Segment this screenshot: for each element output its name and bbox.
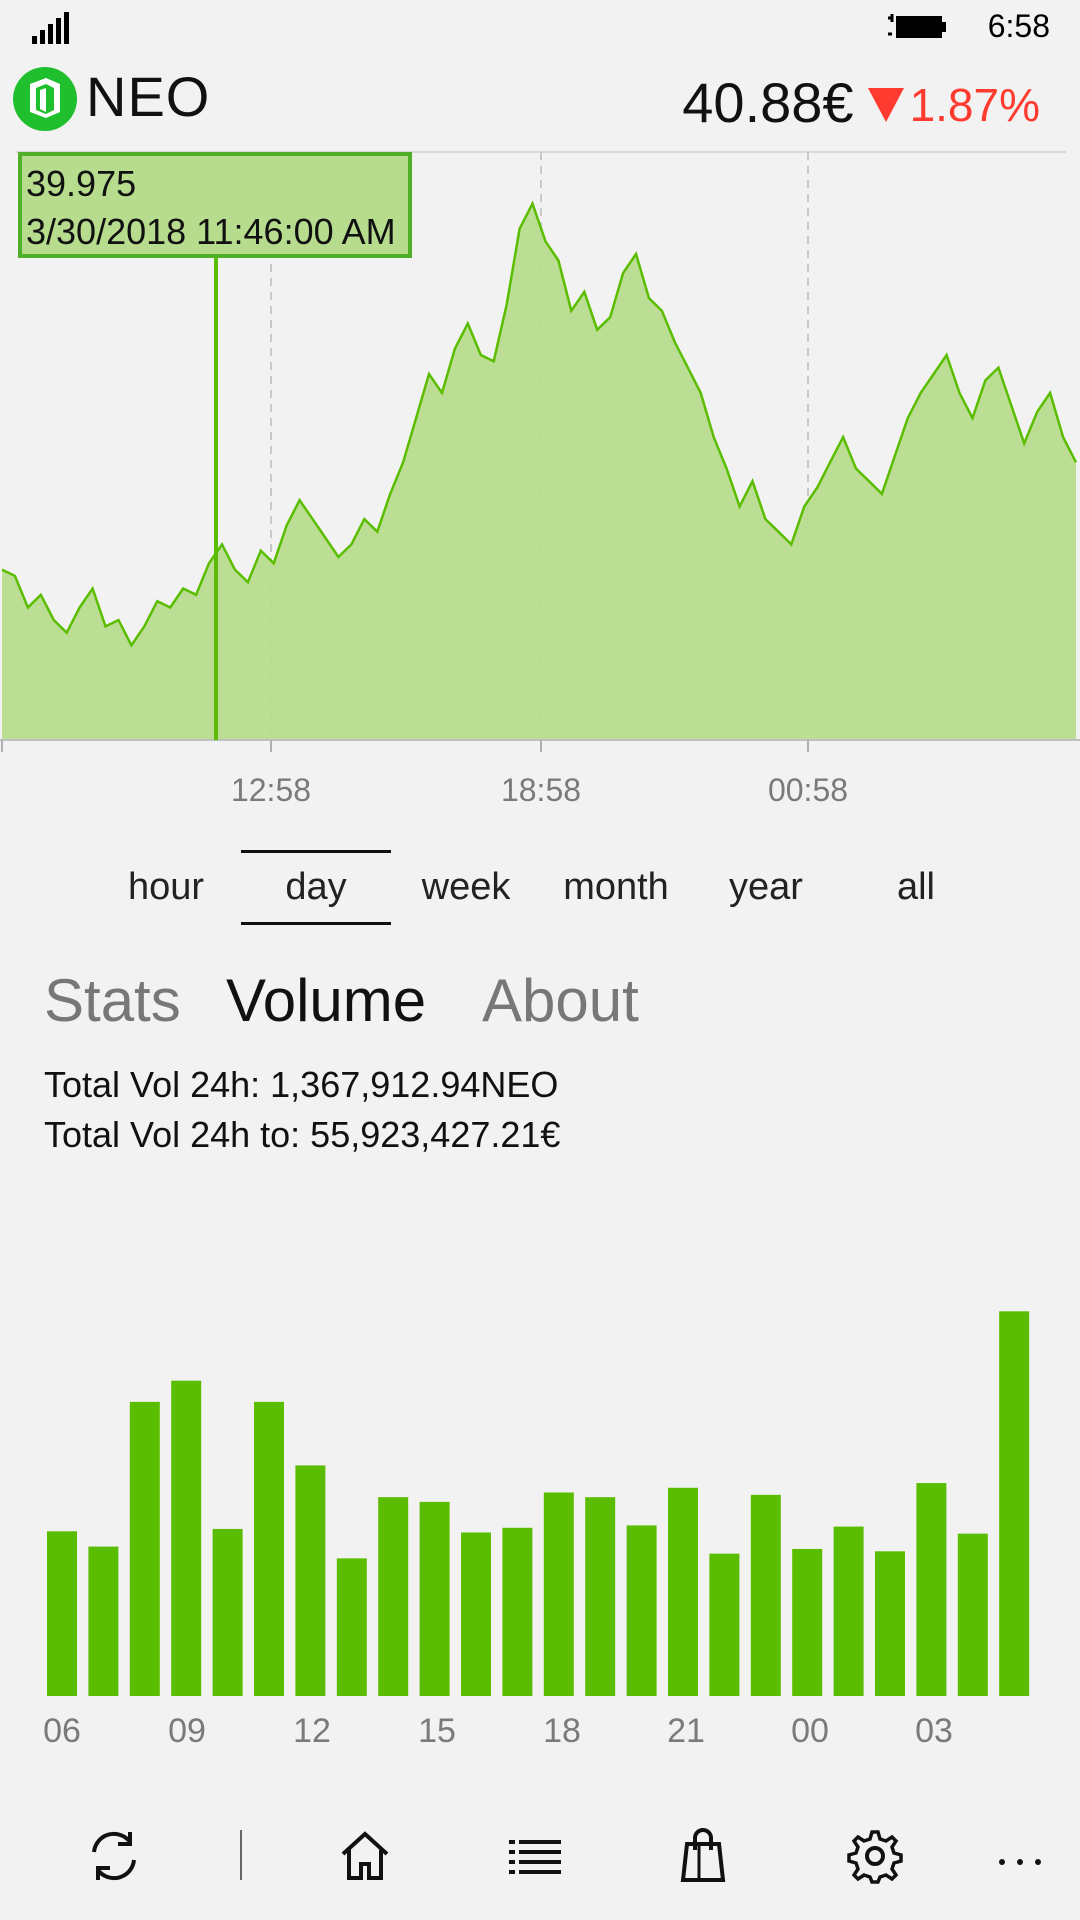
x-tick-label: 00:58 xyxy=(767,772,849,808)
volume-bar xyxy=(336,1558,367,1696)
price-change: 1.87% xyxy=(867,78,1040,132)
shopping-bag-icon[interactable] xyxy=(673,1826,733,1886)
volume-tick-label: 00 xyxy=(791,1712,829,1750)
volume-bar xyxy=(88,1546,119,1696)
price-summary: 40.88€ 1.87% xyxy=(682,70,1040,135)
total-volume-coin: Total Vol 24h: 1,367,912.94NEO xyxy=(44,1064,559,1105)
volume-tick-label: 18 xyxy=(543,1712,581,1750)
volume-bar xyxy=(792,1548,823,1696)
volume-bar xyxy=(254,1401,284,1696)
volume-tick-label: 12 xyxy=(293,1712,331,1750)
range-tab-all[interactable]: all xyxy=(897,866,935,909)
volume-tick-label: 15 xyxy=(418,1712,456,1750)
volume-bar xyxy=(668,1487,698,1696)
range-tab-month[interactable]: month xyxy=(563,866,669,909)
volume-bar xyxy=(916,1483,947,1696)
volume-bar xyxy=(957,1533,988,1696)
more-icon[interactable] xyxy=(990,1826,1050,1886)
volume-bar xyxy=(378,1497,409,1696)
tab-volume[interactable]: Volume xyxy=(226,966,426,1035)
volume-tick-label: 06 xyxy=(43,1712,81,1750)
settings-icon[interactable] xyxy=(845,1826,905,1886)
volume-bar xyxy=(47,1531,77,1696)
tooltip-timestamp: 3/30/2018 11:46:00 AM xyxy=(26,211,396,252)
list-icon[interactable] xyxy=(505,1826,565,1886)
volume-tick-label: 03 xyxy=(915,1712,953,1750)
clock: 6:58 xyxy=(987,8,1050,44)
volume-chart xyxy=(47,1311,1030,1696)
volume-bar xyxy=(295,1465,326,1696)
x-tick-label: 12:58 xyxy=(230,772,312,808)
volume-bar xyxy=(833,1526,864,1696)
refresh-icon[interactable] xyxy=(84,1826,144,1886)
tooltip-value: 39.975 xyxy=(26,163,137,204)
coin-name: NEO xyxy=(86,65,211,128)
volume-bar xyxy=(543,1492,574,1696)
price-change-value: 1.87% xyxy=(909,79,1040,131)
volume-tick-label: 21 xyxy=(667,1712,705,1750)
range-tab-year[interactable]: year xyxy=(729,866,803,909)
battery-charging-icon xyxy=(888,14,946,38)
current-price: 40.88€ xyxy=(682,71,854,134)
range-tab-day[interactable]: day xyxy=(285,866,346,909)
chart-tooltip: 39.975 3/30/2018 11:46:00 AM xyxy=(18,152,412,258)
volume-bar xyxy=(750,1494,781,1696)
tab-about[interactable]: About xyxy=(482,966,639,1035)
signal-bars-icon xyxy=(32,12,69,44)
neo-logo-icon xyxy=(13,67,77,131)
down-arrow-icon xyxy=(867,88,904,122)
volume-bar xyxy=(461,1532,491,1696)
x-tick-label: 18:58 xyxy=(500,772,582,808)
volume-bar xyxy=(502,1527,533,1696)
appbar-separator xyxy=(240,1830,242,1880)
volume-bar xyxy=(999,1311,1030,1696)
range-selected-indicator-top xyxy=(241,850,391,853)
range-selected-indicator-bottom xyxy=(241,922,391,925)
tab-stats[interactable]: Stats xyxy=(44,966,181,1035)
total-volume-fiat: Total Vol 24h to: 55,923,427.21€ xyxy=(44,1114,561,1155)
volume-bar xyxy=(875,1551,905,1696)
volume-bar xyxy=(626,1525,657,1696)
range-tab-week[interactable]: week xyxy=(422,866,511,909)
volume-bar xyxy=(171,1380,202,1696)
volume-bar xyxy=(212,1528,243,1696)
volume-bar xyxy=(419,1501,450,1696)
home-icon[interactable] xyxy=(335,1826,395,1886)
volume-bar xyxy=(585,1497,616,1696)
volume-tick-label: 09 xyxy=(168,1712,206,1750)
volume-bar xyxy=(129,1401,160,1696)
price-area xyxy=(2,203,1076,741)
volume-bar xyxy=(709,1553,740,1696)
range-tab-hour[interactable]: hour xyxy=(128,866,204,909)
